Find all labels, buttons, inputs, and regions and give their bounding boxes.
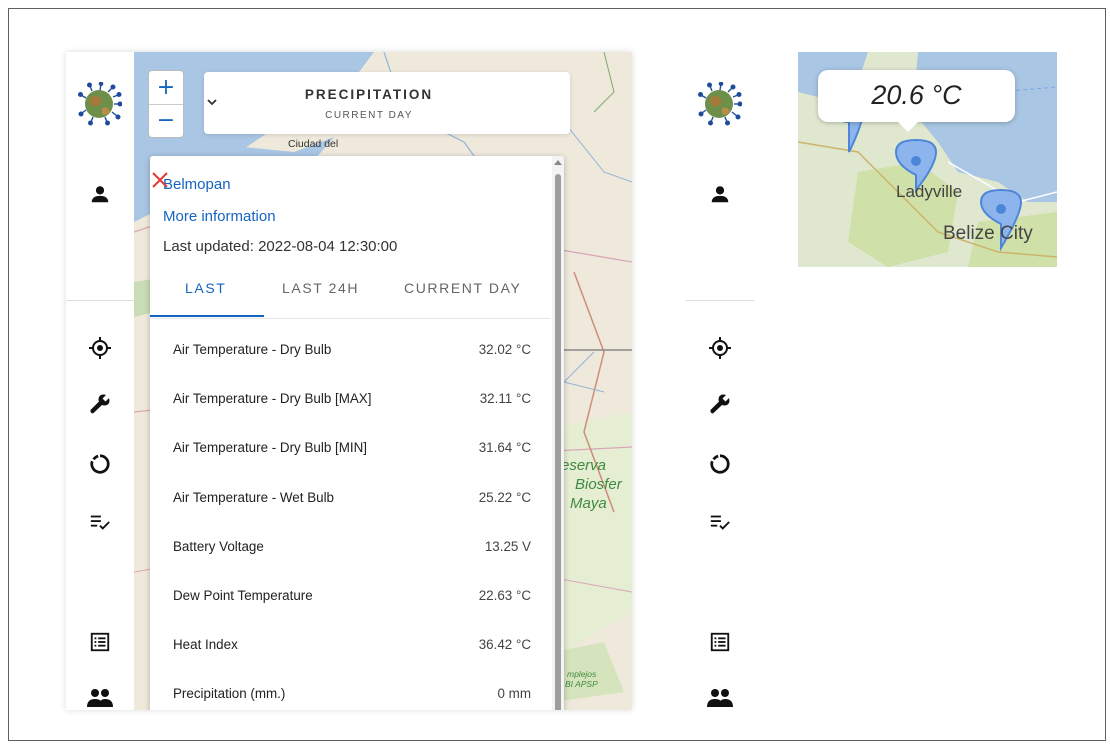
measurement-row: Precipitation (mm.) 0 mm bbox=[150, 670, 550, 710]
checklist-icon[interactable] bbox=[86, 508, 114, 536]
scroll-up-arrow[interactable] bbox=[554, 160, 562, 165]
crosshair-icon[interactable] bbox=[706, 334, 734, 362]
thumbnail-map[interactable]: Ladyville Belize City 20.6 °C bbox=[798, 52, 1057, 267]
sidebar-divider bbox=[686, 300, 754, 301]
map-reserve-label-1: eserva bbox=[561, 457, 607, 474]
layer-selector[interactable]: PRECIPITATION CURRENT DAY bbox=[204, 72, 570, 134]
group-icon[interactable] bbox=[706, 684, 734, 710]
measurement-label: Heat Index bbox=[173, 637, 238, 653]
measurement-value: 25.22 °C bbox=[478, 489, 531, 505]
tab-last[interactable]: LAST bbox=[185, 280, 226, 296]
active-tab-indicator bbox=[150, 315, 264, 317]
zoom-in-button[interactable]: + bbox=[149, 71, 183, 104]
measurement-row: Air Temperature - Dry Bulb [MAX] 32.11 °C bbox=[150, 375, 550, 424]
list-box-icon[interactable] bbox=[706, 628, 734, 656]
temperature-tooltip: 20.6 °C bbox=[818, 70, 1015, 132]
town-label-belize-city: Belize City bbox=[943, 223, 1033, 244]
measurement-label: Air Temperature - Dry Bulb [MAX] bbox=[173, 391, 372, 407]
measurement-row: Dew Point Temperature 22.63 °C bbox=[150, 572, 550, 621]
measurement-row: Battery Voltage 13.25 V bbox=[150, 523, 550, 572]
loading-circle-icon[interactable] bbox=[86, 450, 114, 478]
globe-logo[interactable] bbox=[78, 82, 122, 126]
map-reserve-label-3: Maya bbox=[570, 495, 607, 512]
measurement-label: Precipitation (mm.) bbox=[173, 686, 286, 702]
measurement-row: Air Temperature - Wet Bulb 25.22 °C bbox=[150, 474, 550, 523]
sidebar-left bbox=[66, 52, 134, 710]
app-panel-left: Ciudad del ro eserva Biosfer Maya mplejo… bbox=[66, 52, 632, 710]
more-information-link[interactable]: More information bbox=[163, 208, 276, 225]
measurement-row: Heat Index 36.42 °C bbox=[150, 621, 550, 670]
measurement-value: 13.25 V bbox=[484, 538, 531, 554]
layer-title: PRECIPITATION bbox=[304, 87, 434, 102]
scrollbar-thumb[interactable] bbox=[555, 174, 561, 710]
tab-current-day[interactable]: CURRENT DAY bbox=[404, 280, 521, 296]
globe-logo[interactable] bbox=[698, 82, 742, 126]
sidebar-divider bbox=[66, 300, 134, 301]
station-popup: Belmopan More information Last updated: … bbox=[150, 156, 564, 710]
list-box-icon[interactable] bbox=[86, 628, 114, 656]
person-icon[interactable] bbox=[706, 180, 734, 208]
sidebar-right bbox=[686, 52, 754, 710]
measurement-value: 32.02 °C bbox=[478, 342, 531, 357]
loading-circle-icon[interactable] bbox=[706, 450, 734, 478]
station-name[interactable]: Belmopan bbox=[163, 176, 231, 193]
measurement-label: Battery Voltage bbox=[173, 538, 264, 554]
map-small-label-2: BI APSP bbox=[565, 679, 598, 689]
zoom-out-button[interactable]: − bbox=[149, 104, 183, 137]
measurement-label: Air Temperature - Wet Bulb bbox=[173, 489, 335, 505]
measurement-label: Air Temperature - Dry Bulb [MIN] bbox=[173, 440, 367, 456]
map-view[interactable]: Ciudad del ro eserva Biosfer Maya mplejo… bbox=[134, 52, 632, 710]
measurement-label: Air Temperature - Dry Bulb bbox=[173, 342, 332, 357]
measurement-list: Air Temperature - Dry Bulb 32.02 °C Air T… bbox=[150, 326, 550, 710]
measurement-row: Air Temperature - Dry Bulb [MIN] 31.64 °C bbox=[150, 424, 550, 473]
zoom-control: + − bbox=[148, 70, 184, 138]
map-city-label: Ciudad del bbox=[288, 138, 339, 150]
close-icon[interactable] bbox=[150, 170, 170, 190]
popup-scrollbar[interactable] bbox=[552, 156, 564, 710]
layer-subtitle: CURRENT DAY bbox=[325, 110, 413, 121]
measurement-value: 32.11 °C bbox=[479, 391, 531, 407]
measurement-value: 36.42 °C bbox=[478, 637, 531, 653]
checklist-icon[interactable] bbox=[706, 508, 734, 536]
measurement-value: 22.63 °C bbox=[478, 587, 531, 603]
person-icon[interactable] bbox=[86, 180, 114, 208]
wrench-icon[interactable] bbox=[86, 390, 114, 418]
measurement-value: 31.64 °C bbox=[478, 440, 531, 456]
wrench-icon[interactable] bbox=[706, 390, 734, 418]
crosshair-icon[interactable] bbox=[86, 334, 114, 362]
town-label-ladyville: Ladyville bbox=[896, 182, 963, 201]
map-reserve-label-2: Biosfer bbox=[575, 476, 622, 493]
tooltip-temperature-value: 20.6 °C bbox=[871, 80, 962, 110]
map-small-label-1: mplejos bbox=[567, 669, 597, 679]
chevron-down-icon[interactable] bbox=[204, 94, 220, 110]
measurement-row: Air Temperature - Dry Bulb 32.02 °C bbox=[150, 326, 550, 375]
measurement-label: Dew Point Temperature bbox=[173, 587, 313, 603]
last-updated-text: Last updated: 2022-08-04 12:30:00 bbox=[163, 238, 398, 255]
measurement-value: 0 mm bbox=[497, 686, 531, 702]
tab-last-24h[interactable]: LAST 24H bbox=[282, 280, 359, 296]
popup-tabs: LAST LAST 24H CURRENT DAY bbox=[150, 268, 550, 319]
group-icon[interactable] bbox=[86, 684, 114, 710]
